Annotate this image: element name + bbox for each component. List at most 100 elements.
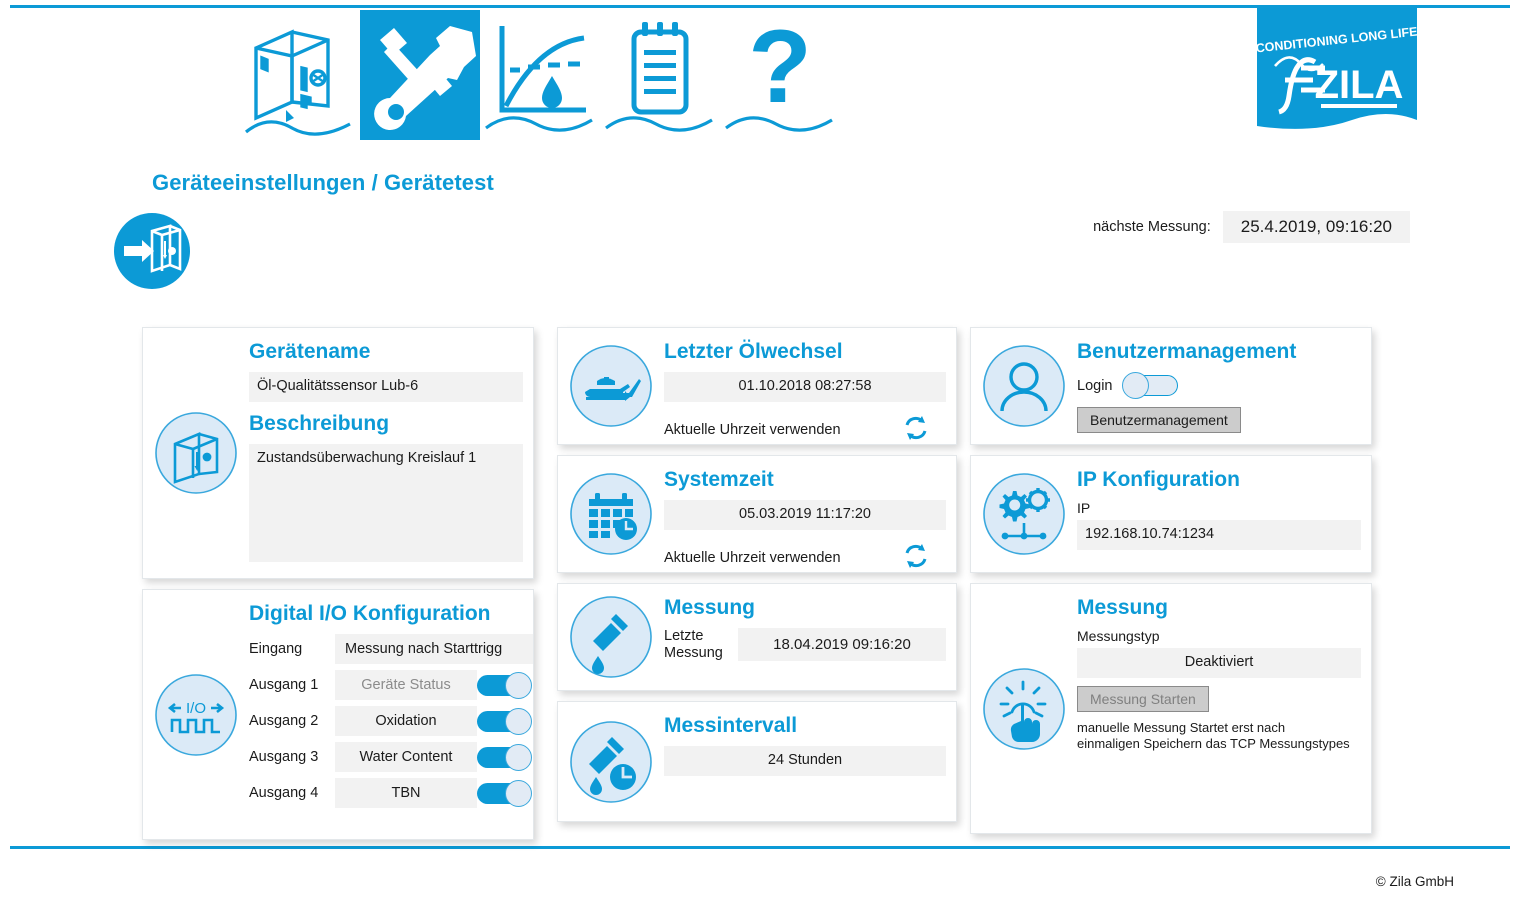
svg-text:I/O: I/O bbox=[186, 700, 206, 717]
chart-droplet-icon bbox=[480, 10, 600, 140]
next-measurement-value: 25.4.2019, 09:16:20 bbox=[1222, 211, 1410, 243]
clipboard-icon bbox=[600, 10, 720, 140]
card-measurement-last: Messung Letzte Messung 18.04.2019 09:16:… bbox=[557, 583, 957, 691]
io-input-ausgang-1[interactable]: Geräte Status bbox=[335, 670, 477, 701]
tools-icon bbox=[360, 10, 480, 140]
card-measurement-interval: Messintervall 24 Stunden bbox=[557, 701, 957, 822]
card-title-digital-io: Digital I/O Konfiguration bbox=[249, 602, 491, 625]
io-row: Ausgang 4 TBN bbox=[249, 778, 533, 809]
question-mark-icon: ? bbox=[720, 10, 840, 140]
pipette-icon bbox=[558, 584, 664, 690]
card-title-ip-config: IP Konfiguration bbox=[1077, 468, 1240, 491]
io-row: Eingang Messung nach Starttrigg bbox=[249, 634, 533, 665]
device-box-icon bbox=[143, 328, 249, 578]
user-management-button[interactable]: Benutzermanagement bbox=[1077, 407, 1241, 434]
system-time-refresh-row: Aktuelle Uhrzeit verwenden bbox=[664, 542, 946, 572]
calendar-clock-icon bbox=[558, 456, 664, 572]
io-input-ausgang-4[interactable]: TBN bbox=[335, 778, 477, 809]
measurement-type-label: Messungstyp bbox=[1077, 628, 1160, 645]
card-device-name: Gerätename Öl-Qualitätssensor Lub-6 Besc… bbox=[142, 327, 534, 579]
last-measurement-row: Letzte Messung 18.04.2019 09:16:20 bbox=[664, 628, 946, 662]
ip-input[interactable]: 192.168.10.74:1234 bbox=[1077, 520, 1361, 550]
measurement-hint-line-1: manuelle Messung Startet erst nach bbox=[1077, 719, 1286, 735]
io-input-ausgang-2[interactable]: Oxidation bbox=[335, 706, 477, 737]
card-title-measurement-start: Messung bbox=[1077, 596, 1169, 619]
ip-label: IP bbox=[1077, 500, 1091, 517]
io-row: Ausgang 1 Geräte Status bbox=[249, 670, 533, 701]
gears-network-icon bbox=[971, 456, 1077, 572]
system-time-value[interactable]: 05.03.2019 11:17:20 bbox=[664, 500, 946, 530]
user-icon bbox=[971, 328, 1077, 444]
measurement-hint-line-2: einmaligen Speichern das TCP Messungstyp… bbox=[1077, 736, 1350, 752]
nav-tab-settings[interactable] bbox=[360, 10, 480, 140]
io-row: Ausgang 3 Water Content bbox=[249, 742, 533, 773]
io-toggle-ausgang-1[interactable] bbox=[477, 671, 533, 699]
io-label: Ausgang 1 bbox=[249, 677, 319, 694]
login-toggle[interactable] bbox=[1122, 372, 1179, 400]
card-title-user-management: Benutzermanagement bbox=[1077, 340, 1297, 363]
grid-column-left: Gerätename Öl-Qualitätssensor Lub-6 Besc… bbox=[142, 327, 534, 850]
io-label: Eingang bbox=[249, 641, 303, 658]
last-oil-change-refresh-row: Aktuelle Uhrzeit verwenden bbox=[664, 414, 946, 444]
device-description-input[interactable]: Zustandsüberwachung Kreislauf 1 bbox=[249, 443, 523, 562]
device-name-input[interactable]: Öl-Qualitätssensor Lub-6 bbox=[249, 372, 523, 402]
io-label: Ausgang 4 bbox=[249, 785, 319, 802]
main-navigation: ? bbox=[240, 10, 840, 140]
use-current-time-label: Aktuelle Uhrzeit verwenden bbox=[664, 550, 841, 567]
oil-can-icon bbox=[558, 328, 664, 444]
app-page: ? CONDITIONING LONG LIFE ZILA Geräteeins bbox=[0, 0, 1526, 903]
io-toggle-ausgang-2[interactable] bbox=[477, 707, 533, 735]
next-measurement-label: nächste Messung: bbox=[1093, 219, 1211, 235]
card-title-device-name: Gerätename bbox=[249, 340, 371, 363]
card-title-system-time: Systemzeit bbox=[664, 468, 774, 491]
last-oil-change-value[interactable]: 01.10.2018 08:27:58 bbox=[664, 372, 946, 402]
io-label: Ausgang 3 bbox=[249, 749, 319, 766]
page-title: Geräteeinstellungen / Gerätetest bbox=[152, 170, 494, 195]
card-ip-config: IP Konfiguration IP 192.168.10.74:1234 bbox=[970, 455, 1372, 573]
card-title-last-oil-change: Letzter Ölwechsel bbox=[664, 340, 843, 363]
io-input-ausgang-3[interactable]: Water Content bbox=[335, 742, 477, 773]
io-label: Ausgang 2 bbox=[249, 713, 319, 730]
login-label: Login bbox=[1077, 377, 1113, 394]
hand-press-icon bbox=[971, 584, 1077, 833]
nav-tab-device[interactable] bbox=[240, 10, 360, 140]
nav-tab-protocol[interactable] bbox=[600, 10, 720, 140]
device-arrow-icon[interactable] bbox=[114, 213, 190, 289]
toggle-knob bbox=[505, 779, 532, 807]
io-toggle-ausgang-4[interactable] bbox=[477, 779, 533, 807]
next-measurement: nächste Messung: 25.4.2019, 09:16:20 bbox=[1093, 211, 1410, 243]
toggle-knob bbox=[505, 671, 532, 699]
login-row: Login bbox=[1077, 372, 1361, 400]
svg-text:ZILA: ZILA bbox=[1315, 63, 1404, 107]
device-icon bbox=[240, 10, 360, 140]
io-input-eingang[interactable]: Messung nach Starttrigg bbox=[335, 634, 533, 665]
use-current-time-label: Aktuelle Uhrzeit verwenden bbox=[664, 422, 841, 439]
zila-logo: CONDITIONING LONG LIFE ZILA bbox=[1255, 8, 1418, 143]
grid-column-middle: Letzter Ölwechsel 01.10.2018 08:27:58 Ak… bbox=[557, 327, 957, 832]
nav-tab-measurements[interactable] bbox=[480, 10, 600, 140]
pipette-clock-icon bbox=[558, 702, 664, 821]
card-title-measurement: Messung bbox=[664, 596, 756, 619]
card-user-management: Benutzermanagement Login Benutzermanagem… bbox=[970, 327, 1372, 445]
io-signal-icon: I/O bbox=[143, 590, 249, 839]
card-measurement-start: Messung Messungstyp Deaktiviert Messung … bbox=[970, 583, 1372, 834]
card-last-oil-change: Letzter Ölwechsel 01.10.2018 08:27:58 Ak… bbox=[557, 327, 957, 445]
toggle-knob bbox=[505, 743, 532, 771]
card-digital-io: I/O Digital I/O Konfiguration Eingang Me… bbox=[142, 589, 534, 840]
card-title-description: Beschreibung bbox=[249, 411, 390, 435]
card-system-time: Systemzeit 05.03.2019 11:17:20 Aktuelle … bbox=[557, 455, 957, 573]
io-row: Ausgang 2 Oxidation bbox=[249, 706, 533, 737]
io-toggle-ausgang-3[interactable] bbox=[477, 743, 533, 771]
last-measurement-value[interactable]: 18.04.2019 09:16:20 bbox=[738, 628, 946, 662]
measurement-interval-value[interactable]: 24 Stunden bbox=[664, 746, 946, 776]
grid-column-right: Benutzermanagement Login Benutzermanagem… bbox=[970, 327, 1372, 844]
card-title-measurement-interval: Messintervall bbox=[664, 714, 798, 737]
nav-tab-help[interactable]: ? bbox=[720, 10, 840, 140]
refresh-icon[interactable] bbox=[902, 414, 930, 444]
start-measurement-button[interactable]: Messung Starten bbox=[1077, 685, 1209, 712]
measurement-type-select[interactable]: Deaktiviert bbox=[1077, 648, 1361, 678]
footer-copyright: © Zila GmbH bbox=[1375, 874, 1454, 889]
toggle-knob bbox=[505, 707, 532, 735]
last-measurement-label: Letzte Messung bbox=[664, 628, 723, 661]
refresh-icon[interactable] bbox=[902, 542, 930, 572]
